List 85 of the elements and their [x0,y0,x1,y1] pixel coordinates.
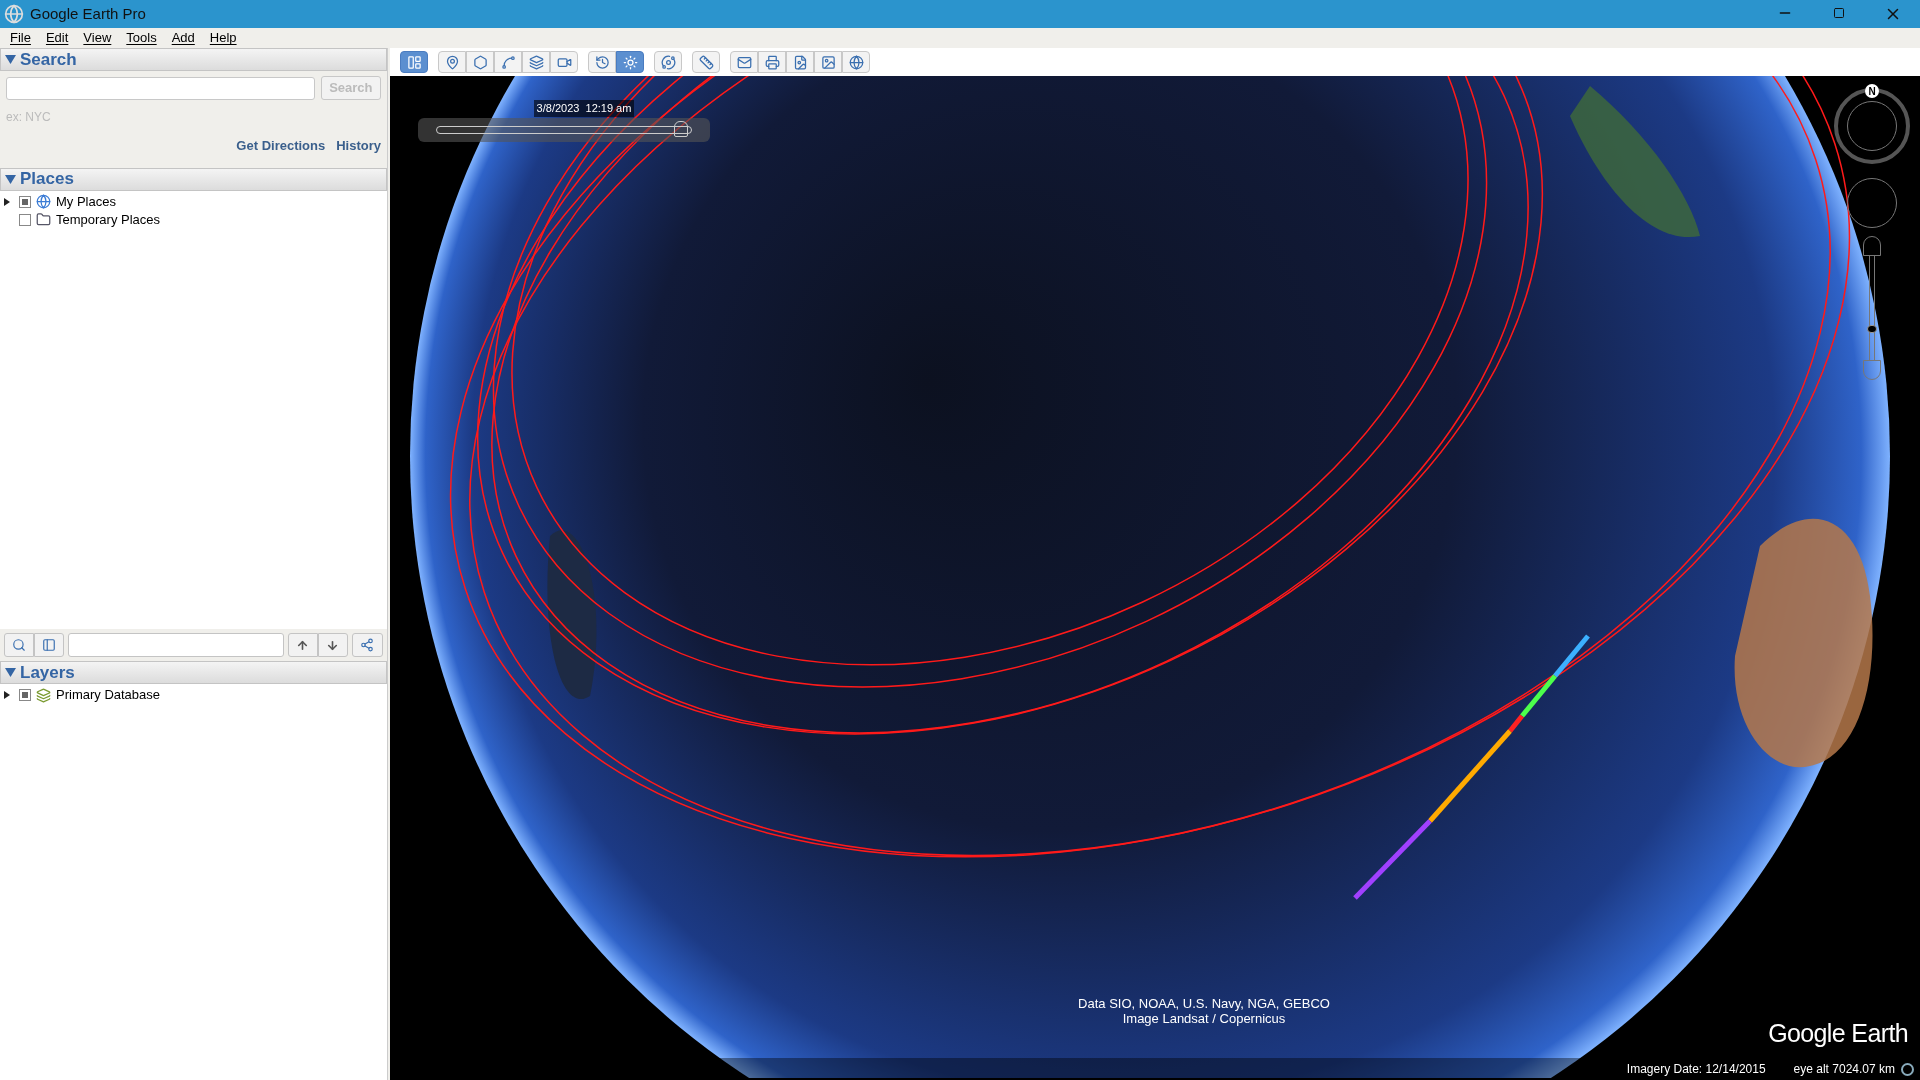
arrow-down-icon [326,638,340,652]
attribution-text: Data SIO, NOAA, U.S. Navy, NGA, GEBCO [1078,996,1330,1011]
triangle-icon [5,173,16,185]
printer-icon [764,54,780,70]
arrow-up-icon [296,638,310,652]
imagery-date: Imagery Date: 12/14/2015 [1626,1061,1766,1078]
toolbar-button[interactable] [494,51,522,73]
pin-icon [444,54,460,70]
sidebar-icon [406,54,422,70]
app-logo-icon [4,4,24,24]
toolbar-button[interactable] [786,51,814,73]
toolbar-button[interactable] [730,51,758,73]
share-button[interactable] [351,633,383,657]
panel-header[interactable]: Layers [0,661,387,684]
panel-icon [42,638,56,652]
overlay-icon [528,54,544,70]
tree-item[interactable]: My Places [56,191,116,212]
menu-item[interactable]: Add [171,28,195,48]
globe-icon [848,54,864,70]
panel-header[interactable]: Places [0,167,387,191]
clock-icon [594,54,610,70]
checkbox[interactable] [19,689,31,701]
toolbar-button[interactable] [814,51,842,73]
filter-field[interactable] [68,633,284,657]
logo-text: Google Earth [1768,1017,1908,1049]
search-icon [12,638,26,652]
look-joystick[interactable] [1847,178,1897,228]
tree-item[interactable]: Temporary Places [56,209,161,230]
panel-toggle-button[interactable] [34,633,64,657]
ruler-icon [698,54,714,70]
toolbar-button[interactable] [616,51,644,73]
link[interactable]: History [336,136,381,156]
nodes-icon [360,638,375,652]
zoom-thumb[interactable] [1867,324,1877,333]
folder-icon [36,212,51,227]
move-down-button[interactable] [317,633,348,657]
streaming-indicator-icon [1901,1062,1914,1076]
toolbar-button[interactable] [692,51,720,73]
layers-icon [36,687,51,703]
search-field[interactable] [6,76,315,100]
toolbar-button[interactable] [654,51,682,73]
move-up-button[interactable] [287,633,318,657]
panel-header[interactable]: Search [0,48,387,71]
slider-date: 3/8/2023 12:19 am [533,100,635,117]
menu-item[interactable]: Edit [45,28,69,48]
menu-item[interactable]: View [83,28,112,48]
image-file-icon [792,54,808,70]
envelope-icon [736,54,752,70]
panel-title: Layers [20,661,75,684]
search-places-button[interactable] [4,633,34,657]
path-icon [500,54,516,70]
checkbox[interactable] [19,213,31,226]
attribution-text: Image Landsat / Copernicus [1122,1011,1286,1026]
north-label: N [1865,84,1879,98]
checkbox[interactable] [19,195,31,208]
globe-view[interactable]: 3/8/2023 12:19 am N Data SIO, NOAA, U.S. Navy, NGA, GEBCO Image Landsat / Copernicus Google Earth Imagery Date: 12/14/2015 eye alt 7024.07 km [390,76,1920,1080]
picture-icon [820,54,836,70]
menu-item[interactable]: Help [209,28,237,48]
polygon-icon [472,54,488,70]
maximize-icon[interactable] [1833,7,1845,19]
panel-title: Search [20,48,77,71]
tree-item[interactable]: Primary Database [56,685,161,705]
menu-item[interactable]: File [10,28,31,48]
expand-arrow-icon[interactable] [3,691,11,699]
toolbar-button[interactable] [588,51,616,73]
globe-icon [36,194,51,209]
time-slider[interactable] [418,117,710,142]
triangle-icon [5,667,16,678]
menu-item[interactable]: Tools [126,28,157,48]
slider-thumb[interactable] [673,120,688,137]
toolbar-button[interactable] [550,51,578,73]
link[interactable]: Get Directions [236,136,326,156]
toolbar-button[interactable] [758,51,786,73]
toolbar-button[interactable] [400,51,428,73]
toolbar-button[interactable] [842,51,870,73]
eye-altitude: eye alt 7024.07 km [1793,1061,1895,1078]
toolbar-button[interactable] [466,51,494,73]
panel-title: Places [20,168,74,191]
window-title: Google Earth Pro [30,3,146,24]
triangle-icon [5,54,16,65]
expand-arrow-icon[interactable] [3,197,11,206]
toolbar-button[interactable] [438,51,466,73]
sun-icon [622,54,638,70]
toolbar-button[interactable] [522,51,550,73]
planet-icon [660,54,676,70]
